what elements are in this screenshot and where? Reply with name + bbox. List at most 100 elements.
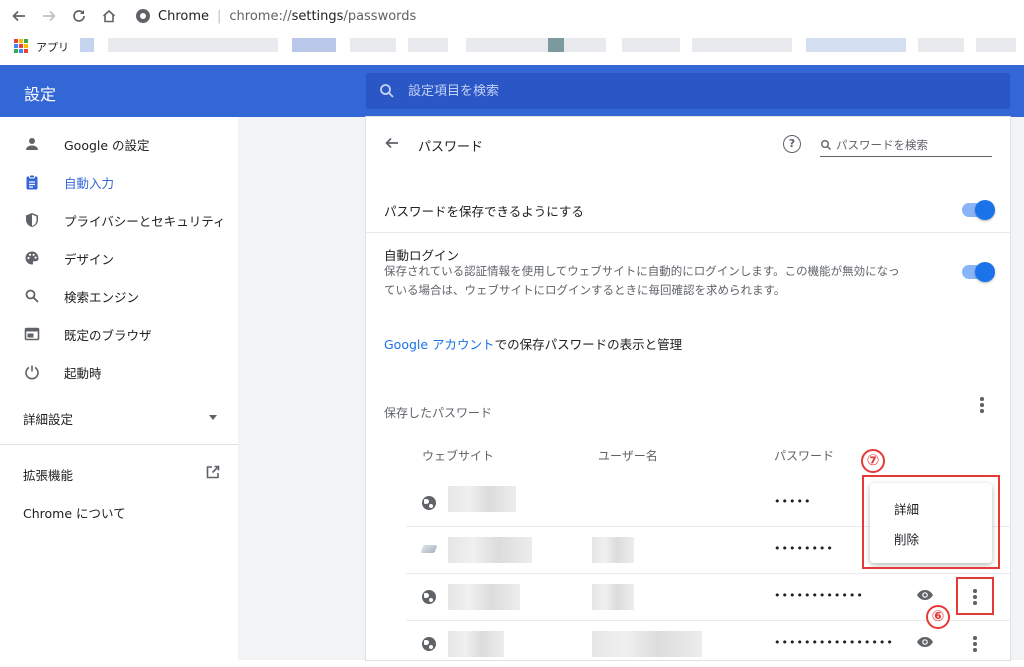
settings-search[interactable] [366, 73, 1010, 109]
account-manage-row: Google アカウントでの保存パスワードの表示と管理 [384, 334, 682, 353]
apps-bookmark[interactable]: アプリ [36, 39, 69, 55]
globe-icon [422, 496, 436, 510]
annotation-box-menu [862, 475, 1000, 569]
website-name [448, 584, 520, 610]
website-name [448, 486, 516, 512]
bookmark-item[interactable] [622, 38, 680, 52]
annotation-step-6: ⑥ [926, 605, 950, 629]
sidebar-item-appearance[interactable]: デザイン [0, 239, 238, 277]
username [592, 631, 702, 657]
sidebar-extensions-label: 拡張機能 [23, 468, 74, 483]
search-icon [23, 287, 41, 305]
passwords-card: パスワード ? パスワードを保存できるようにする 自動ログイン 保存されている認… [366, 117, 1010, 660]
settings-header: 設定 [0, 65, 1024, 117]
bookmark-item[interactable] [806, 38, 906, 52]
password-dots: •••••••••••• [774, 589, 864, 602]
settings-sidebar: Google の設定 自動入力 プライバシーとセキュリティ デザイン 検索エンジ… [0, 117, 238, 660]
bookmark-item[interactable] [350, 38, 396, 52]
password-search[interactable] [820, 133, 992, 157]
sidebar-item-label: 既定のブラウザ [64, 327, 152, 343]
sidebar-item-search-engine[interactable]: 検索エンジン [0, 277, 238, 315]
website-name [448, 631, 504, 657]
bookmark-item[interactable] [466, 38, 606, 52]
offer-save-label: パスワードを保存できるようにする [384, 204, 584, 219]
sidebar-extensions[interactable]: 拡張機能 [23, 465, 223, 484]
chrome-site-icon [136, 9, 150, 23]
saved-passwords-heading: 保存したパスワード [384, 406, 493, 420]
password-dots: •••••••••••••••• [774, 636, 894, 649]
power-icon [23, 363, 41, 381]
sidebar-item-label: プライバシーとセキュリティ [64, 213, 226, 229]
help-icon[interactable]: ? [783, 135, 801, 153]
sidebar-divider [0, 444, 238, 445]
sidebar-item-label: Google の設定 [64, 137, 150, 153]
sidebar-advanced[interactable]: 詳細設定 [23, 409, 223, 428]
palette-icon [23, 249, 41, 267]
settings-search-input[interactable] [408, 83, 968, 99]
password-row: •••••••••••• [366, 574, 1010, 620]
annotation-box-kebab [956, 577, 994, 615]
password-search-input[interactable] [836, 137, 986, 152]
sidebar-item-privacy[interactable]: プライバシーとセキュリティ [0, 201, 238, 239]
auto-signin-toggle[interactable] [962, 262, 995, 282]
divider [366, 232, 1010, 233]
back-arrow-icon[interactable] [4, 0, 34, 32]
bookmark-item[interactable] [292, 38, 336, 52]
annotation-step-7: ⑦ [861, 449, 885, 473]
column-header-password: パスワード [774, 449, 835, 463]
auto-signin-desc-line2: ている場合は、ウェブサイトにログインするときに毎回確認を求められます。 [384, 283, 786, 297]
sidebar-item-default-browser[interactable]: 既定のブラウザ [0, 315, 238, 353]
eye-icon[interactable] [916, 589, 934, 601]
sidebar-item-label: 検索エンジン [64, 289, 140, 305]
google-account-link[interactable]: Google アカウント [384, 337, 495, 352]
clipboard-icon [23, 173, 41, 191]
page-title: パスワード [418, 140, 484, 155]
bookmark-item[interactable] [976, 38, 1016, 52]
omnibox-origin: Chrome [158, 8, 209, 24]
browser-window-icon [23, 325, 41, 343]
shield-icon [23, 211, 41, 229]
more-vert-icon[interactable] [980, 397, 984, 415]
home-icon[interactable] [94, 0, 124, 32]
url-host: settings [291, 8, 344, 24]
sidebar-item-label: 起動時 [64, 365, 102, 381]
reload-icon[interactable] [64, 0, 94, 32]
back-arrow-icon[interactable] [384, 135, 402, 153]
sidebar-item-label: 自動入力 [64, 175, 115, 191]
search-icon [821, 139, 831, 150]
bookmark-item[interactable] [918, 38, 964, 52]
bookmark-item[interactable] [692, 38, 792, 52]
url-scheme: chrome:// [229, 8, 292, 24]
forward-arrow-icon[interactable] [34, 0, 64, 32]
password-dots: ••••• [774, 495, 812, 508]
caret-down-icon [209, 415, 217, 420]
sidebar-about-chrome[interactable]: Chrome について [23, 503, 126, 522]
sidebar-advanced-label: 詳細設定 [23, 412, 74, 427]
more-vert-icon[interactable] [973, 636, 977, 654]
browser-toolbar: Chrome | chrome://settings/passwords [0, 0, 1024, 32]
globe-icon [422, 637, 436, 651]
bookmark-item[interactable] [108, 38, 278, 52]
url-path: /passwords [343, 8, 417, 24]
sidebar-item-google[interactable]: Google の設定 [0, 125, 238, 163]
offer-save-toggle[interactable] [962, 200, 995, 220]
bookmark-item[interactable] [80, 38, 94, 52]
auto-signin-desc-line1: 保存されている認証情報を使用してウェブサイトに自動的にログインします。この機能が… [384, 264, 900, 278]
bookmark-item[interactable] [548, 38, 564, 52]
site-favicon-icon [420, 545, 438, 553]
bookmarks-bar: アプリ [0, 32, 1024, 60]
globe-icon [422, 590, 436, 604]
auto-signin-description: 保存されている認証情報を使用してウェブサイトに自動的にログインします。この機能が… [384, 262, 944, 300]
apps-grid-icon[interactable] [14, 39, 28, 53]
sidebar-item-autofill[interactable]: 自動入力 [0, 163, 238, 201]
omnibox[interactable]: Chrome | chrome://settings/passwords [136, 3, 1024, 29]
eye-icon[interactable] [916, 636, 934, 648]
column-header-website: ウェブサイト [422, 449, 495, 463]
sidebar-item-on-startup[interactable]: 起動時 [0, 353, 238, 391]
website-name [448, 537, 532, 563]
settings-title: 設定 [24, 85, 57, 104]
person-icon [23, 135, 41, 153]
bookmark-item[interactable] [408, 38, 448, 52]
search-icon [378, 82, 396, 100]
sidebar-item-label: デザイン [64, 251, 115, 267]
